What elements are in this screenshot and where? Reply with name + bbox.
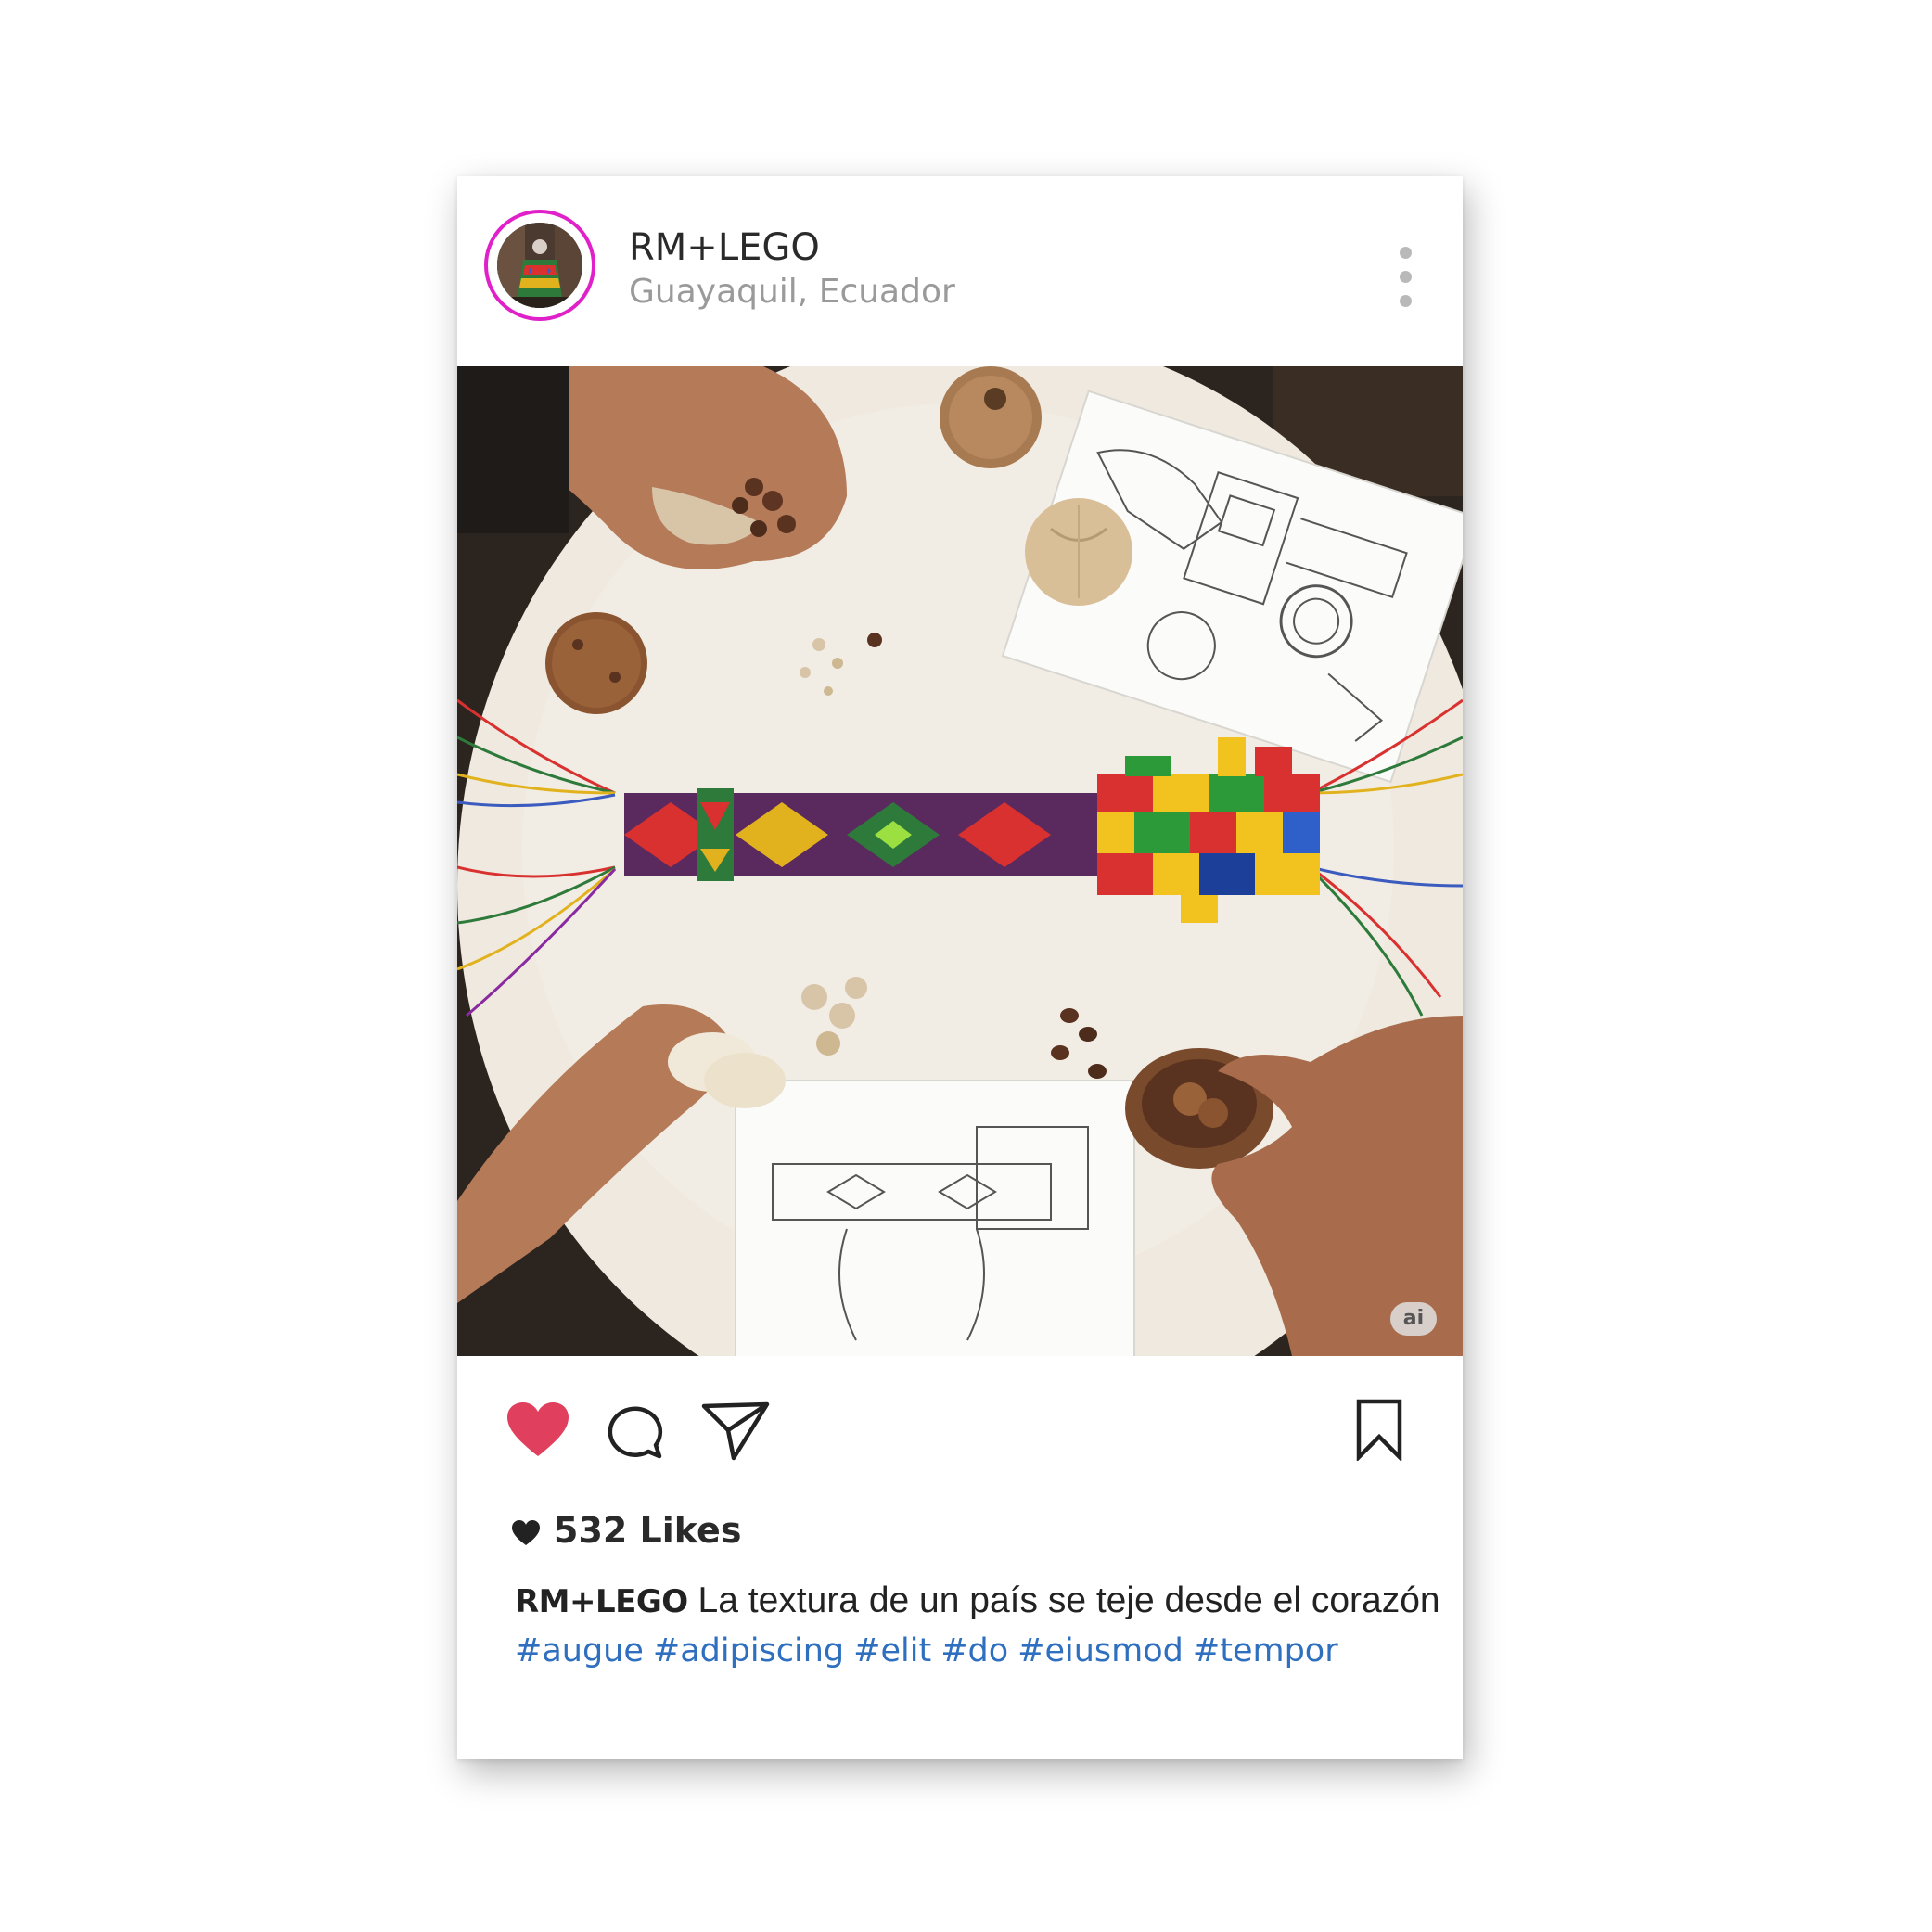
post-caption: RM+LEGO La textura de un país se teje de… — [515, 1580, 1442, 1621]
small-heart-icon — [512, 1520, 540, 1545]
post-username[interactable]: RM+LEGO — [629, 226, 820, 269]
likes-count: 532 Likes — [554, 1510, 742, 1551]
vertical-dots-icon — [1400, 247, 1412, 259]
save-button[interactable] — [1353, 1398, 1405, 1463]
avatar-story-ring[interactable] — [484, 210, 595, 321]
more-options-button[interactable] — [1394, 247, 1418, 312]
hashtag-link[interactable]: #augue — [515, 1632, 644, 1670]
hashtag-list: #augue #adipiscing #elit #do #eiusmod #tempor — [515, 1632, 1348, 1670]
heart-icon — [507, 1402, 569, 1456]
comment-bubble-icon — [608, 1406, 663, 1459]
bookmark-icon — [1356, 1399, 1402, 1463]
caption-username[interactable]: RM+LEGO — [515, 1583, 688, 1620]
caption-text: La textura de un país se teje desde el c… — [687, 1580, 1440, 1620]
vertical-dots-icon — [1400, 295, 1412, 307]
comment-button[interactable] — [608, 1402, 665, 1460]
post-photo-illustration — [457, 366, 1463, 1356]
like-button[interactable] — [505, 1401, 570, 1460]
hashtag-link[interactable]: #tempor — [1193, 1632, 1338, 1670]
instagram-post-card: RM+LEGO Guayaquil, Ecuador ai 532 Likes … — [457, 176, 1463, 1759]
hashtag-link[interactable]: #adipiscing — [653, 1632, 844, 1670]
ai-generated-badge: ai — [1390, 1302, 1437, 1336]
hashtag-link[interactable]: #elit — [853, 1632, 931, 1670]
vertical-dots-icon — [1400, 271, 1412, 283]
avatar-image — [497, 223, 582, 308]
hashtag-link[interactable]: #eiusmod — [1017, 1632, 1184, 1670]
hashtag-link[interactable]: #do — [940, 1632, 1008, 1670]
avatar — [497, 223, 582, 308]
post-location[interactable]: Guayaquil, Ecuador — [629, 273, 955, 311]
share-button[interactable] — [700, 1401, 771, 1462]
paper-plane-icon — [701, 1401, 770, 1461]
post-image[interactable] — [457, 366, 1463, 1356]
